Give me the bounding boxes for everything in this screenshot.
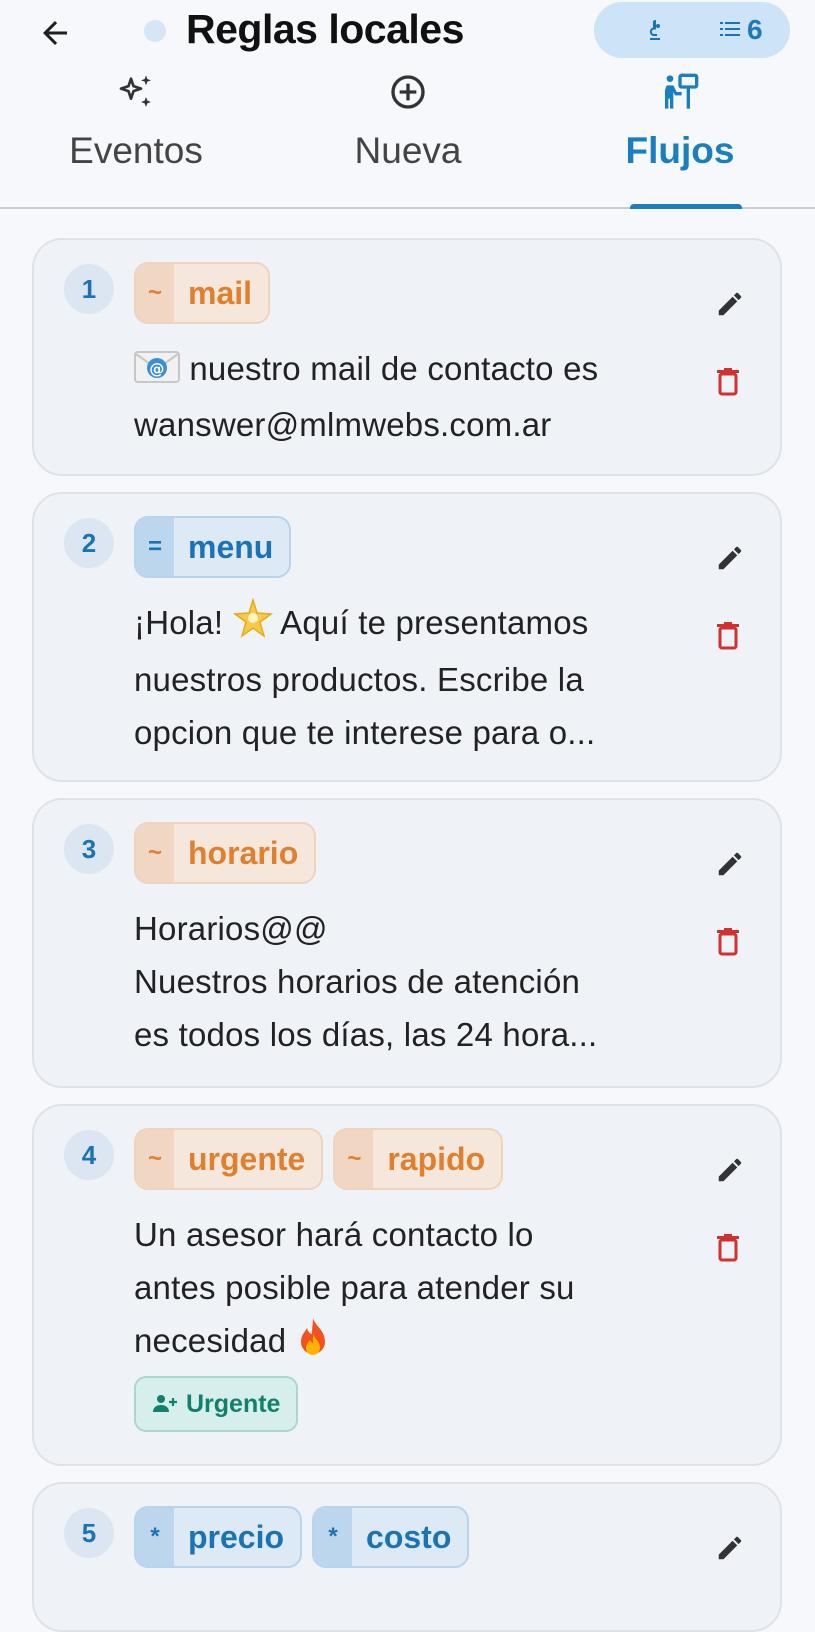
response-line: Nuestros horarios de atención	[134, 963, 581, 1000]
keyword-chip[interactable]: ~ mail	[134, 262, 271, 324]
list-icon	[720, 20, 740, 43]
response-line: Un asesor hará contacto lo	[134, 1216, 534, 1253]
match-type-icon: ~	[136, 824, 174, 882]
response-line: wanswer@mlmwebs.com.ar	[134, 405, 552, 443]
flow-card[interactable]: 1 ~ mail @ nuestro mail de contacto es w…	[32, 238, 782, 476]
tab-nueva[interactable]: Nueva	[272, 62, 544, 207]
tab-bar: Eventos Nueva Flujos	[0, 62, 815, 209]
flow-card[interactable]: 3 ~ horario Horarios@@ Nuestros horarios…	[32, 798, 782, 1088]
response-text: Horarios@@ Nuestros horarios de atención…	[134, 902, 694, 1061]
svg-text:@: @	[149, 360, 164, 378]
back-button[interactable]	[34, 12, 76, 54]
response-line: @ nuestro mail de contacto es	[134, 342, 694, 398]
fire-emoji	[296, 1316, 330, 1371]
edit-button[interactable]	[708, 842, 752, 886]
trash-icon	[717, 622, 739, 650]
keyword-text: mail	[188, 274, 253, 311]
response-line: nuestros productos. Escribe la	[134, 660, 584, 698]
tab-flujos-label: Flujos	[625, 130, 735, 171]
flow-card[interactable]: 2 = menu ¡Hola! Aquí te presentamos nues…	[32, 492, 782, 782]
response-text: @ nuestro mail de contacto es wanswer@ml…	[134, 342, 694, 451]
trash-icon	[717, 928, 739, 956]
keyword-chip[interactable]: ~ horario	[134, 822, 317, 884]
flow-card[interactable]: 4 ~ urgente ~ rapido Un asesor hará cont…	[32, 1104, 782, 1466]
flow-count: 6	[747, 14, 763, 45]
response-text: ¡Hola! Aquí te presentamos nuestros prod…	[134, 596, 694, 759]
match-type-icon: ~	[136, 264, 174, 322]
presenter-icon	[544, 72, 815, 112]
edit-button[interactable]	[708, 282, 752, 326]
flow-number: 5	[64, 1508, 114, 1558]
response-line: opcion que te interese para o...	[134, 713, 596, 751]
active-tab-indicator	[630, 204, 742, 209]
response-line: ¡Hola! Aquí te presentamos	[134, 596, 694, 653]
delete-button[interactable]	[706, 1226, 750, 1270]
app-header: Reglas locales 6	[0, 0, 815, 62]
label-tag[interactable]: Urgente	[134, 1376, 299, 1432]
keyword-text: menu	[188, 528, 274, 565]
keyword-chip[interactable]: ~ rapido	[333, 1128, 504, 1190]
pencil-icon	[718, 852, 742, 876]
trash-icon	[717, 1234, 739, 1262]
match-type-icon: *	[136, 1508, 174, 1566]
flow-number: 1	[64, 264, 114, 314]
response-line: es todos los días, las 24 hora...	[134, 1016, 598, 1053]
tab-nueva-label: Nueva	[354, 130, 462, 171]
edit-button[interactable]	[708, 536, 752, 580]
label-tag-text: Urgente	[186, 1389, 281, 1418]
flow-count-pill[interactable]: 6	[594, 2, 790, 58]
status-dot	[144, 20, 166, 42]
person-add-icon	[153, 1395, 177, 1412]
keyword-chip[interactable]: = menu	[134, 516, 292, 578]
delete-button[interactable]	[706, 360, 750, 404]
match-type-icon: =	[136, 518, 174, 576]
delete-button[interactable]	[706, 920, 750, 964]
delete-button[interactable]	[706, 614, 750, 658]
flow-number: 4	[64, 1130, 114, 1180]
keyword-text: urgente	[188, 1140, 306, 1177]
keyword-text: rapido	[387, 1140, 486, 1177]
keyword-text: costo	[366, 1518, 452, 1555]
pencil-icon	[718, 1536, 742, 1560]
keyword-chip[interactable]: ~ urgente	[134, 1128, 324, 1190]
trash-icon	[717, 368, 739, 396]
pencil-icon	[718, 546, 742, 570]
envelope-at-emoji: @	[134, 345, 180, 398]
response-line: antes posible para atender su	[134, 1269, 575, 1306]
flow-card[interactable]: 5 * precio * costo	[32, 1482, 782, 1632]
match-type-icon: *	[314, 1508, 353, 1566]
response-line: Horarios@@	[134, 910, 328, 947]
match-type-icon: ~	[335, 1130, 374, 1188]
flow-number: 2	[64, 518, 114, 568]
response-text: Un asesor hará contacto lo antes posible…	[134, 1208, 694, 1371]
star-emoji	[232, 597, 273, 653]
edit-button[interactable]	[708, 1148, 752, 1192]
keyword-text: horario	[188, 834, 299, 871]
pencil-icon	[718, 292, 742, 316]
response-line: necesidad	[134, 1314, 694, 1371]
arrow-left-icon	[43, 21, 67, 45]
flow-number: 3	[64, 824, 114, 874]
match-type-icon: ~	[136, 1130, 174, 1188]
sparkles-icon	[0, 72, 272, 112]
keyword-chip[interactable]: * precio	[134, 1506, 303, 1568]
tab-eventos[interactable]: Eventos	[0, 62, 272, 207]
keyword-chip[interactable]: * costo	[312, 1506, 470, 1568]
keyword-text: precio	[188, 1518, 285, 1555]
pencil-icon	[718, 1158, 742, 1182]
tab-flujos[interactable]: Flujos	[544, 62, 815, 209]
page-title: Reglas locales	[186, 6, 464, 52]
tab-eventos-label: Eventos	[69, 130, 203, 171]
flask-icon	[641, 16, 669, 44]
edit-button[interactable]	[708, 1526, 752, 1570]
plus-circle-icon	[272, 72, 544, 112]
